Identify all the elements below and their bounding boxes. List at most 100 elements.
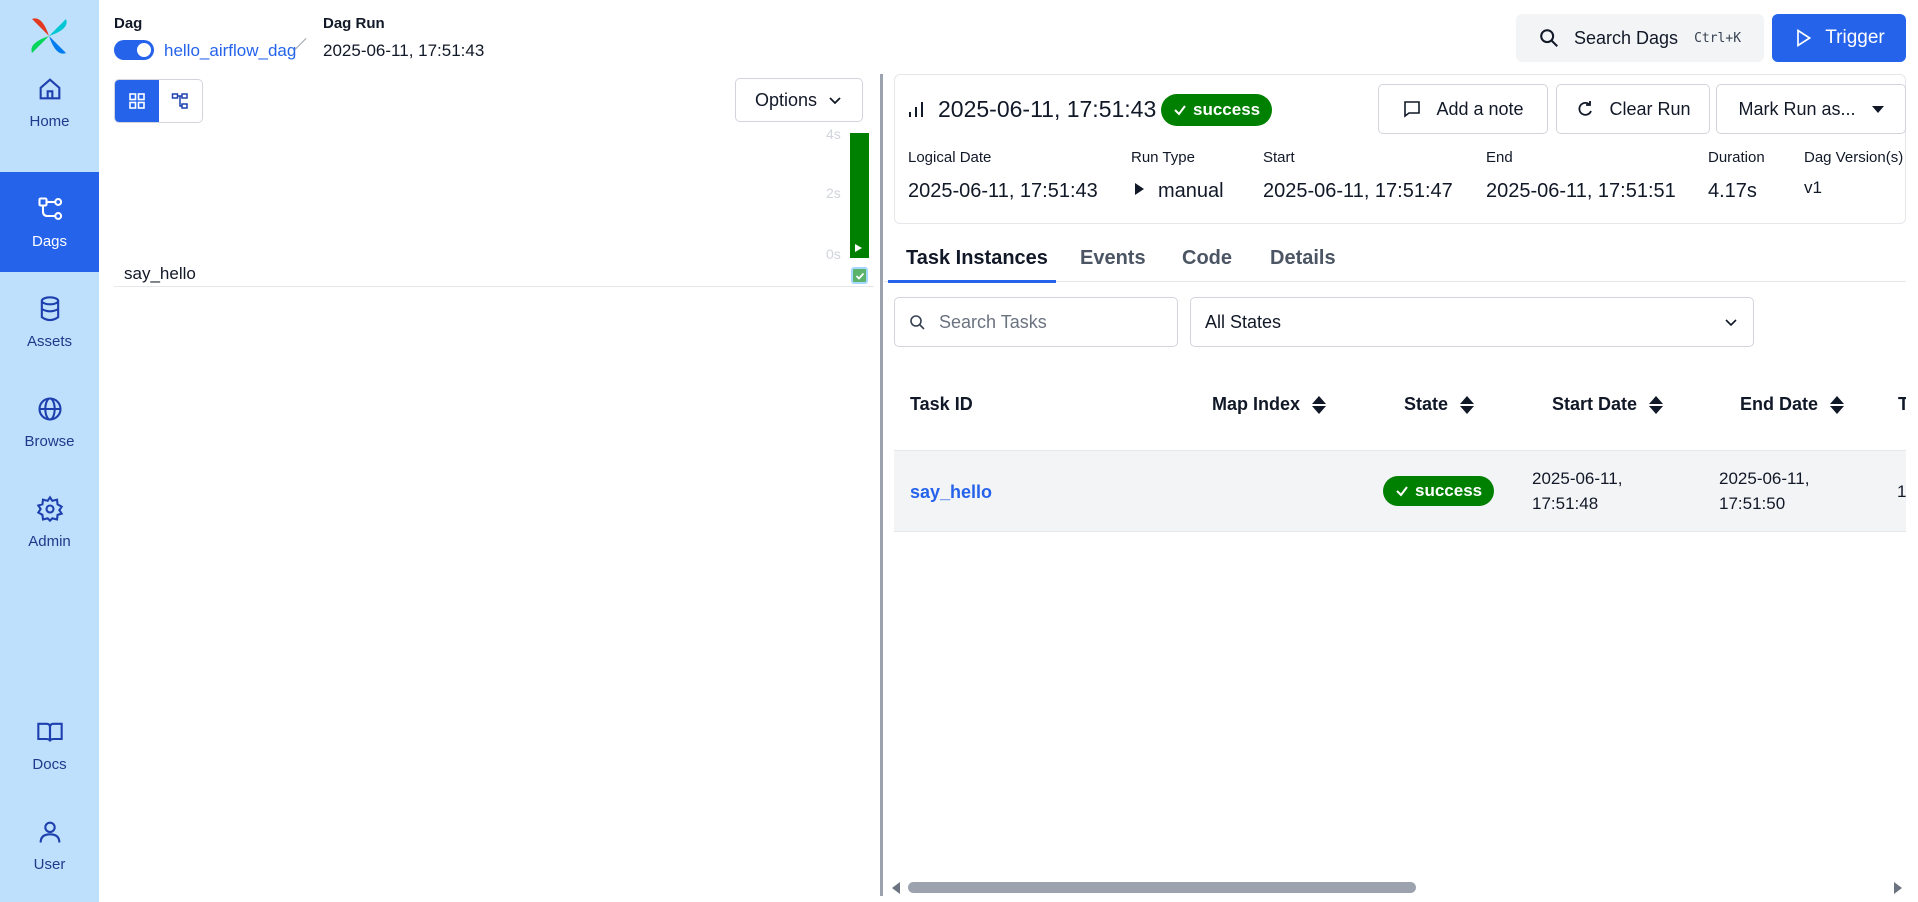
clear-run-button[interactable]: Clear Run xyxy=(1556,84,1710,134)
task-instance-cell[interactable] xyxy=(851,267,868,284)
column-header-label: Start Date xyxy=(1552,394,1638,414)
add-note-button[interactable]: Add a note xyxy=(1378,84,1548,134)
task-start-date-time: 17:51:48 xyxy=(1532,494,1599,513)
dag-version-label: Dag Version(s) xyxy=(1804,149,1904,166)
axis-label-4s: 4s xyxy=(826,126,841,142)
play-icon xyxy=(1135,183,1144,195)
grid-row-divider xyxy=(114,286,874,287)
logical-date-label: Logical Date xyxy=(908,149,992,166)
column-header-label: State xyxy=(1404,394,1449,414)
trigger-label: Trigger xyxy=(1825,27,1885,48)
chevron-down-icon xyxy=(829,97,841,105)
pane-resize-handle[interactable] xyxy=(880,74,883,896)
active-tab-indicator xyxy=(888,280,1056,283)
start-value: 2025-06-11, 17:51:47 xyxy=(1263,180,1453,202)
dag-run-duration-bar[interactable] xyxy=(850,133,869,258)
bar-chart-icon xyxy=(909,102,923,117)
options-button[interactable]: Options xyxy=(735,78,863,122)
task-start-date-day: 2025-06-11, xyxy=(1532,469,1623,488)
run-state-badge: success xyxy=(1161,94,1273,126)
logical-date-value: 2025-06-11, 17:51:43 xyxy=(908,180,1098,202)
graph-icon xyxy=(172,93,188,109)
dag-name-link[interactable]: hello_airflow_dag xyxy=(164,41,296,61)
check-icon xyxy=(1396,486,1408,497)
task-id-link[interactable]: say_hello xyxy=(910,480,992,505)
home-icon xyxy=(39,77,60,99)
tab-events[interactable]: Events xyxy=(1080,247,1146,270)
search-tasks-field[interactable] xyxy=(894,297,1178,347)
mark-run-label: Mark Run as... xyxy=(1738,98,1856,119)
sidebar-item-home[interactable]: Home xyxy=(0,52,99,152)
mark-run-as-button[interactable]: Mark Run as... xyxy=(1716,84,1906,134)
chevron-down-icon xyxy=(1725,319,1737,327)
column-header-tries[interactable]: Tr xyxy=(1898,394,1906,415)
run-title: 2025-06-11, 17:51:43 xyxy=(938,96,1157,122)
run-type-label: Run Type xyxy=(1131,149,1195,166)
sidebar-item-dags[interactable]: Dags xyxy=(0,172,99,272)
dag-version-value[interactable]: v1 xyxy=(1804,178,1822,198)
gear-icon xyxy=(36,494,63,522)
search-icon xyxy=(910,315,925,330)
sort-icon xyxy=(1312,395,1327,414)
graph-view-button[interactable] xyxy=(159,80,203,122)
search-tasks-input[interactable] xyxy=(939,311,1159,333)
column-header-label: End Date xyxy=(1740,394,1819,414)
check-icon xyxy=(1174,105,1186,116)
dags-icon xyxy=(37,196,62,220)
view-toggle xyxy=(114,79,203,123)
sidebar-item-user[interactable]: User xyxy=(0,795,99,895)
duration-value: 4.17s xyxy=(1708,180,1757,202)
dag-run-value: 2025-06-11, 17:51:43 xyxy=(323,41,485,60)
run-type-value: manual xyxy=(1135,180,1224,203)
task-state-label: success xyxy=(1415,481,1483,500)
grid-task-name[interactable]: say_hello xyxy=(124,264,196,284)
tab-code[interactable]: Code xyxy=(1182,247,1232,270)
search-icon xyxy=(1540,29,1558,47)
sidebar-item-label: Dags xyxy=(31,232,68,250)
horizontal-scrollbar[interactable] xyxy=(886,876,1906,898)
sort-icon xyxy=(1460,395,1475,414)
user-icon xyxy=(39,821,60,843)
tab-details[interactable]: Details xyxy=(1270,247,1336,270)
task-tries: 1 xyxy=(1897,482,1906,501)
sidebar-item-label: User xyxy=(33,855,66,873)
globe-icon xyxy=(37,396,62,421)
grid-icon xyxy=(128,93,145,109)
scroll-left-icon[interactable] xyxy=(892,882,900,894)
sidebar-item-docs[interactable]: Docs xyxy=(0,695,99,795)
column-header-map-index[interactable]: Map Index xyxy=(1212,394,1327,415)
scrollbar-thumb[interactable] xyxy=(908,882,1416,893)
state-filter-select[interactable]: All States xyxy=(1190,297,1754,347)
sidebar-item-label: Assets xyxy=(26,332,72,350)
sort-icon xyxy=(1830,395,1845,414)
column-header-end-date[interactable]: End Date xyxy=(1740,394,1845,415)
start-label: Start xyxy=(1263,149,1295,166)
add-note-label: Add a note xyxy=(1436,98,1524,119)
database-icon xyxy=(40,295,59,321)
sidebar-item-label: Home xyxy=(29,112,70,130)
caret-down-icon xyxy=(1871,105,1884,113)
column-header-start-date[interactable]: Start Date xyxy=(1552,394,1664,415)
column-header-label: Task ID xyxy=(910,394,973,414)
grid-view-button[interactable] xyxy=(115,80,159,122)
sidebar-item-admin[interactable]: Admin xyxy=(0,472,99,572)
sidebar-item-assets[interactable]: Assets xyxy=(0,272,99,372)
sidebar-item-browse[interactable]: Browse xyxy=(0,372,99,472)
tab-task-instances[interactable]: Task Instances xyxy=(906,247,1048,270)
refresh-icon xyxy=(1579,101,1593,116)
axis-label-2s: 2s xyxy=(826,185,841,201)
task-end-date: 2025-06-11, 17:51:50 xyxy=(1719,466,1809,516)
column-header-label: Map Index xyxy=(1212,394,1301,414)
run-state-label: success xyxy=(1193,100,1261,119)
column-header-state[interactable]: State xyxy=(1404,394,1475,415)
search-dags-button[interactable]: Search Dags Ctrl+K xyxy=(1516,14,1764,62)
scroll-right-icon[interactable] xyxy=(1894,882,1902,894)
dag-enabled-toggle[interactable] xyxy=(114,40,154,60)
book-icon xyxy=(36,722,63,741)
column-header-label: Tr xyxy=(1898,394,1906,414)
column-header-task-id[interactable]: Task ID xyxy=(910,394,973,415)
state-filter-value: All States xyxy=(1205,311,1282,332)
trigger-button[interactable]: Trigger xyxy=(1772,14,1906,62)
duration-label: Duration xyxy=(1708,149,1765,166)
search-shortcut: Ctrl+K xyxy=(1694,30,1742,46)
